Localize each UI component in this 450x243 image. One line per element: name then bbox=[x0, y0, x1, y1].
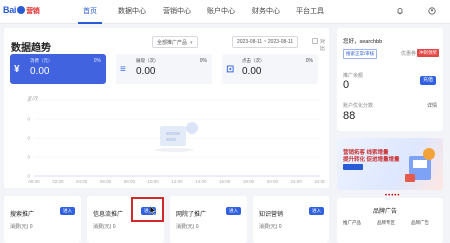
brand-tab-2[interactable]: 品牌专区 bbox=[377, 220, 395, 226]
date-range-picker[interactable]: 2023-08-11 ~ 2023-08-11 bbox=[232, 36, 299, 48]
banner-line-2: 提升转化 促进增量增量 bbox=[343, 157, 400, 163]
nav-item-data-center[interactable]: 数据中心 bbox=[118, 6, 146, 16]
x-tick-label: 06:00 bbox=[100, 179, 112, 184]
banner-illustration bbox=[405, 148, 435, 182]
metric-label: 消费（元） bbox=[30, 58, 53, 63]
x-tick-label: 08:00 bbox=[124, 179, 136, 184]
product-stat: 消费(元) 0 bbox=[10, 224, 33, 230]
product-stat: 消费(元) 0 bbox=[176, 224, 199, 230]
metric-card-spend[interactable]: ¥ 消费（元） 0.00 0% bbox=[10, 54, 106, 84]
click-icon: ⊡ bbox=[226, 64, 235, 75]
paw-icon bbox=[17, 6, 26, 14]
nav-item-account-center[interactable]: 账户中心 bbox=[207, 6, 235, 16]
enter-button-knowledge[interactable]: 进入 bbox=[309, 207, 324, 215]
x-tick-label: 20:00 bbox=[267, 179, 279, 184]
product-name: 搜索推广 bbox=[10, 212, 35, 218]
logo-text: Bai bbox=[3, 5, 17, 15]
y-tick-label: 0 bbox=[27, 174, 30, 179]
product-filter-select[interactable]: 全部推广产品 ▾ bbox=[152, 36, 198, 48]
recharge-button[interactable]: 充值 bbox=[420, 76, 436, 85]
x-tick-label: 24:00 bbox=[314, 179, 325, 184]
score-label: 账户优化分数 bbox=[343, 103, 374, 109]
x-tick-label: 04:00 bbox=[76, 179, 88, 184]
score-value: 88 bbox=[343, 110, 356, 122]
greeting-text: 您好，searchbb bbox=[343, 39, 383, 45]
score-detail-link[interactable]: 详情 bbox=[427, 102, 437, 109]
metric-label: 展现（次） bbox=[136, 58, 159, 63]
x-tick-label: 12:00 bbox=[171, 179, 183, 184]
filter-value: 全部推广产品 bbox=[157, 40, 188, 46]
product-stat: 消费(元) 0 bbox=[93, 224, 116, 230]
user-icon[interactable] bbox=[428, 7, 436, 15]
nav-item-platform-tools[interactable]: 平台工具 bbox=[296, 6, 324, 16]
compare-label: 对比 bbox=[320, 39, 326, 52]
nav-item-marketing-center[interactable]: 营销中心 bbox=[163, 6, 191, 16]
y-tick-label: 0 bbox=[27, 98, 30, 103]
list-icon: ≡ bbox=[120, 64, 126, 75]
chevron-down-icon: ▾ bbox=[190, 40, 193, 46]
brand-ad-card: 品牌广告 推广产品 品牌专区 品牌广告 bbox=[337, 198, 443, 243]
x-tick-label: 14:00 bbox=[195, 179, 207, 184]
metric-value: 0.00 bbox=[30, 66, 50, 77]
metric-label: 点击（次） bbox=[242, 58, 265, 63]
bell-icon[interactable] bbox=[396, 7, 404, 15]
y-tick-label: 0 bbox=[27, 155, 30, 160]
data-trend-panel: 数据趋势 全部推广产品 ▾ 2023-08-11 ~ 2023-08-11 对比 … bbox=[4, 28, 329, 188]
x-tick-label: 00:00 bbox=[28, 179, 40, 184]
x-tick-label: 02:00 bbox=[52, 179, 64, 184]
product-name: 知识营销 bbox=[259, 212, 284, 218]
brand-ad-title: 品牌广告 bbox=[373, 209, 398, 215]
metric-change: 0% bbox=[199, 58, 207, 64]
highlight-box bbox=[131, 197, 164, 222]
x-tick-label: 16:00 bbox=[219, 179, 231, 184]
x-tick-label: 22:00 bbox=[291, 179, 303, 184]
nav-label: 首页 bbox=[83, 8, 97, 15]
brand-logo[interactable]: Bai 营销 bbox=[3, 5, 40, 16]
y-tick-label: 0 bbox=[27, 117, 30, 122]
product-name: 网院了推广 bbox=[176, 212, 207, 218]
x-tick-label: 18:00 bbox=[243, 179, 255, 184]
trend-chart: 0000000:00 02:00 04:00 06:00 08:00 10:00 12:00… bbox=[27, 98, 325, 185]
nav-item-finance-center[interactable]: 财务中心 bbox=[252, 6, 280, 16]
metric-change: 0% bbox=[93, 58, 101, 64]
promo-badge[interactable]: 冲刺领奖 bbox=[417, 49, 439, 57]
product-name: 信息流推广 bbox=[93, 212, 124, 218]
product-card-search: 搜索推广 进入 消费(元) 0 bbox=[4, 196, 81, 243]
product-stat: 消费(元) 0 bbox=[259, 224, 282, 230]
date-range-value: 2023-08-11 ~ 2023-08-11 bbox=[237, 39, 294, 45]
balance-value: 0 bbox=[343, 79, 350, 91]
metric-value: 0.00 bbox=[242, 66, 262, 77]
y-tick-label: 0 bbox=[27, 136, 30, 141]
metric-value: 0.00 bbox=[136, 66, 156, 77]
compare-checkbox[interactable] bbox=[312, 38, 318, 44]
section-title: 数据趋势 bbox=[11, 43, 51, 54]
enter-button-search[interactable]: 进入 bbox=[60, 207, 75, 215]
status-badge: 搜索正常/审核 bbox=[343, 49, 378, 59]
metric-change: 0% bbox=[305, 58, 313, 64]
product-card-knowledge: 知识营销 进入 消费(元) 0 bbox=[253, 196, 329, 243]
currency-icon: ¥ bbox=[14, 64, 20, 75]
logo-suffix: 营销 bbox=[26, 8, 40, 15]
balance-label: 推广余额 bbox=[343, 73, 364, 79]
empty-state-illustration bbox=[154, 122, 198, 152]
promo-banner[interactable]: 营销拓客 线索增量 提升转化 促进增量增量 bbox=[337, 138, 443, 190]
nav-item-home[interactable]: 首页 bbox=[78, 0, 102, 24]
account-card: 您好，searchbb 搜索正常/审核 优惠券 冲刺领奖 推广余额 0 充值 账… bbox=[337, 28, 443, 131]
x-tick-label: 10:00 bbox=[148, 179, 160, 184]
banner-cta-button[interactable] bbox=[343, 164, 363, 170]
coupon-label[interactable]: 优惠券 bbox=[401, 50, 416, 57]
brand-tab-1[interactable]: 推广产品 bbox=[343, 220, 361, 226]
top-nav: Bai 营销 首页 数据中心 营销中心 账户中心 财务中心 平台工具 bbox=[0, 0, 450, 24]
cursor-icon bbox=[150, 206, 156, 215]
enter-button-alliance[interactable]: 进入 bbox=[226, 207, 241, 215]
brand-tab-3[interactable]: 品牌广告 bbox=[411, 220, 429, 226]
product-card-alliance: 网院了推广 进入 消费(元) 0 bbox=[170, 196, 247, 243]
metric-card-clicks[interactable]: ⊡ 点击（次） 0.00 0% bbox=[222, 54, 318, 84]
metric-card-impressions[interactable]: ≡ 展现（次） 0.00 0% bbox=[116, 54, 212, 84]
